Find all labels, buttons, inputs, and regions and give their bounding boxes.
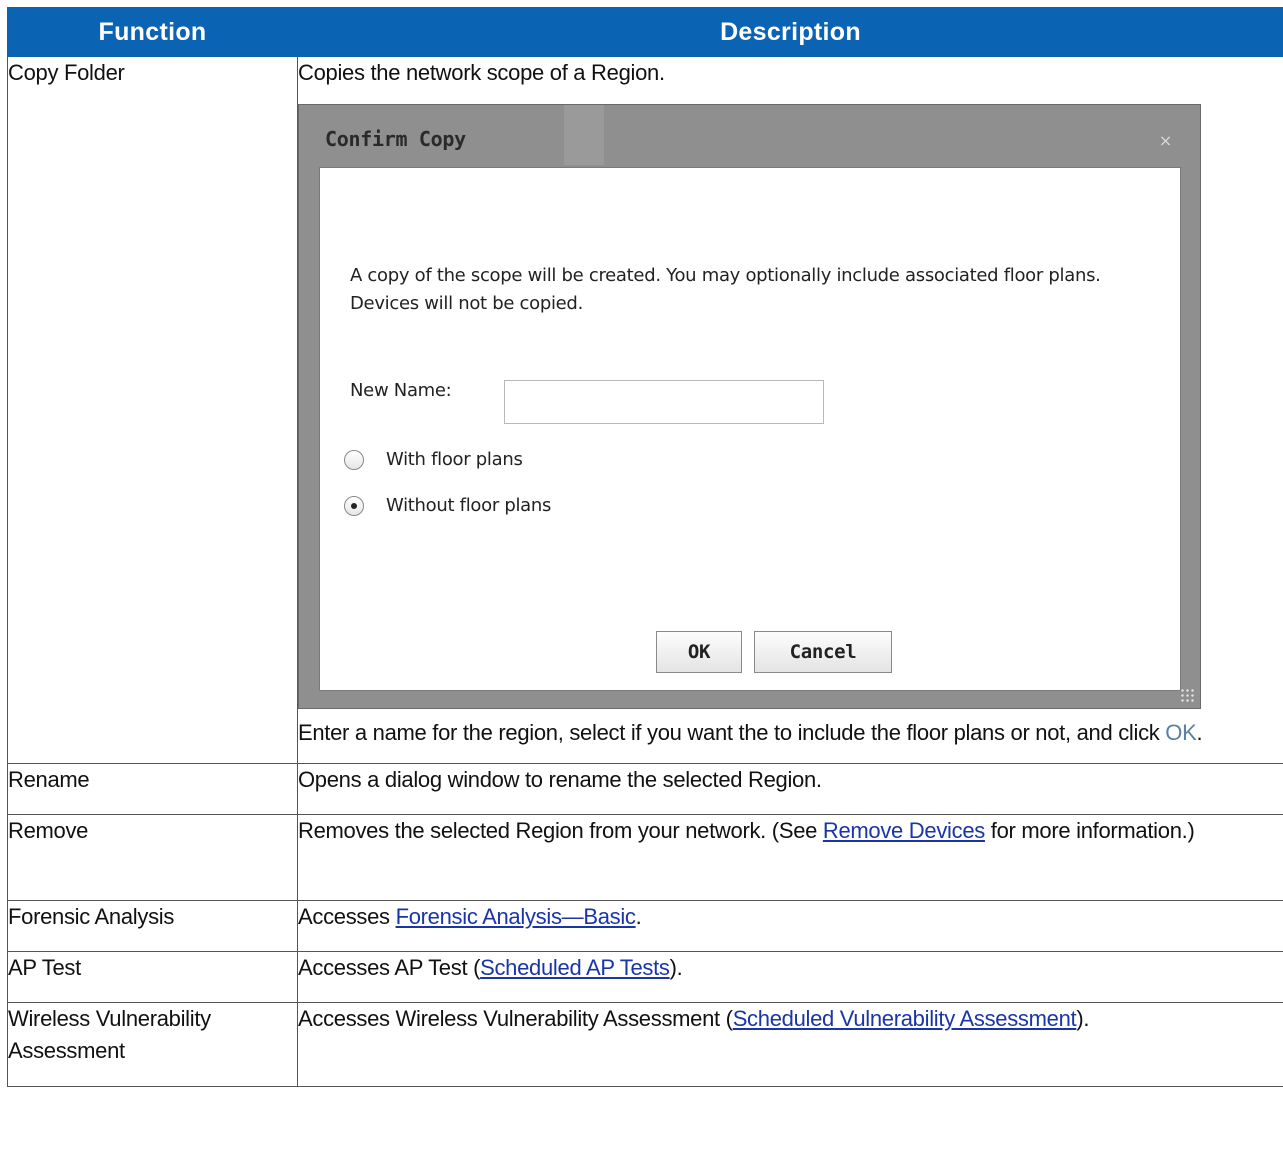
function-cell: Rename: [7, 763, 298, 815]
resize-grip-icon[interactable]: [1180, 688, 1194, 702]
ok-reference: OK: [1165, 720, 1197, 745]
function-header: Function: [7, 7, 298, 57]
option-label: Without floor plans: [386, 495, 552, 516]
function-table: Function Description Copy Folder Copies …: [7, 7, 1283, 1087]
table-row: Copy Folder Copies the network scope of …: [7, 56, 1283, 764]
table-row: Rename Opens a dialog window to rename t…: [7, 763, 1283, 815]
with-floor-plans-option[interactable]: With floor plans: [344, 444, 523, 476]
without-floor-plans-option[interactable]: Without floor plans: [344, 490, 551, 522]
scheduled-ap-tests-link[interactable]: Scheduled AP Tests: [480, 955, 670, 980]
dialog-message: A copy of the scope will be created. You…: [350, 265, 1101, 314]
dialog-body: A copy of the scope will be created. You…: [319, 167, 1181, 691]
instruction-text: Enter a name for the region, select if y…: [298, 720, 1203, 745]
function-cell: Wireless Vulnerability Assessment: [7, 1002, 298, 1087]
background-divider: [564, 105, 604, 165]
table-row: Forensic Analysis Accesses Forensic Anal…: [7, 900, 1283, 952]
description-cell: Removes the selected Region from your ne…: [297, 814, 1283, 901]
function-cell: AP Test: [7, 951, 298, 1003]
function-cell: Copy Folder: [7, 56, 298, 764]
description-cell: Opens a dialog window to rename the sele…: [297, 763, 1283, 815]
close-icon[interactable]: ×: [1159, 125, 1172, 157]
table-row: Remove Removes the selected Region from …: [7, 814, 1283, 901]
dialog-title: Confirm Copy: [325, 127, 466, 151]
remove-devices-link[interactable]: Remove Devices: [823, 818, 985, 843]
cancel-button[interactable]: Cancel: [754, 631, 892, 673]
new-name-input[interactable]: [504, 380, 824, 424]
scheduled-vulnerability-assessment-link[interactable]: Scheduled Vulnerability Assessment: [733, 1006, 1077, 1031]
description-cell: Copies the network scope of a Region. Co…: [297, 56, 1283, 764]
description-text: Copies the network scope of a Region.: [298, 60, 665, 85]
option-label: With floor plans: [386, 449, 523, 470]
table-row: Wireless Vulnerability Assessment Access…: [7, 1002, 1283, 1087]
confirm-copy-dialog: Confirm Copy × A copy of the scope will …: [298, 104, 1201, 709]
description-cell: Accesses Forensic Analysis—Basic.: [297, 900, 1283, 952]
function-cell: Remove: [7, 814, 298, 901]
function-cell: Forensic Analysis: [7, 900, 298, 952]
description-cell: Accesses AP Test (Scheduled AP Tests).: [297, 951, 1283, 1003]
radio-selected-icon[interactable]: [344, 496, 364, 516]
description-cell: Accesses Wireless Vulnerability Assessme…: [297, 1002, 1283, 1087]
ok-button[interactable]: OK: [656, 631, 742, 673]
radio-unselected-icon[interactable]: [344, 450, 364, 470]
table-row: AP Test Accesses AP Test (Scheduled AP T…: [7, 951, 1283, 1003]
new-name-label: New Name:: [350, 380, 452, 401]
description-header: Description: [297, 7, 1283, 57]
forensic-analysis-link[interactable]: Forensic Analysis—Basic: [396, 904, 636, 929]
